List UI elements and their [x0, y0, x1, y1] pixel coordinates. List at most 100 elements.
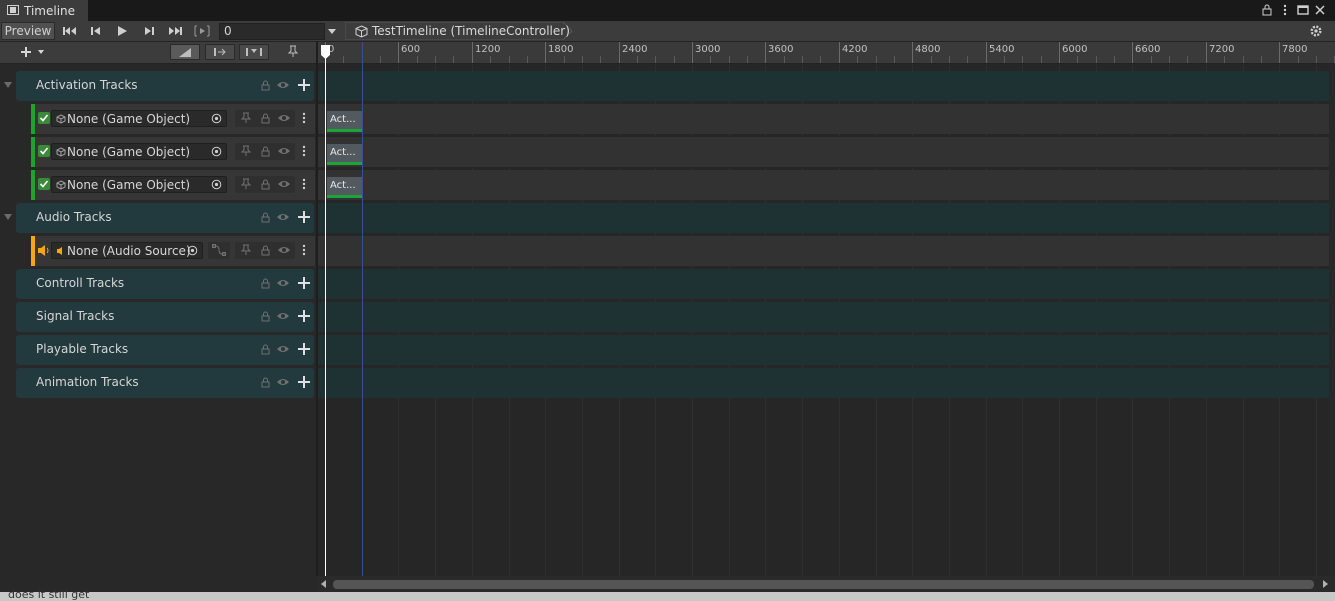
more-menu-icon[interactable]: [297, 111, 311, 125]
eye-icon[interactable]: [277, 144, 291, 158]
gear-icon[interactable]: [1309, 24, 1323, 38]
more-menu-icon[interactable]: [297, 144, 311, 158]
expand-triangle-icon[interactable]: [3, 212, 13, 222]
binding-field[interactable]: None (Game Object): [51, 110, 227, 127]
binding-field[interactable]: None (Audio Source): [51, 242, 203, 259]
activation-track-1-lane[interactable]: Act...: [318, 104, 1329, 134]
lock-icon[interactable]: [258, 375, 272, 389]
mix-mode-button[interactable]: [205, 44, 235, 60]
pin-icon[interactable]: [239, 243, 253, 257]
eye-icon[interactable]: [277, 243, 291, 257]
tab-timeline[interactable]: Timeline: [0, 0, 89, 21]
add-icon[interactable]: [297, 210, 311, 224]
group-label: Activation Tracks: [36, 78, 138, 92]
group-activation-tracks[interactable]: Activation Tracks: [16, 71, 314, 101]
eye-icon[interactable]: [276, 210, 290, 224]
lock-icon[interactable]: [258, 243, 272, 257]
activation-track-2-lane[interactable]: Act...: [318, 137, 1329, 167]
ripple-mode-button[interactable]: [170, 44, 200, 60]
group-animation-tracks[interactable]: Animation Tracks: [16, 368, 314, 398]
audio-track-1-lane[interactable]: [318, 236, 1329, 266]
activation-clip[interactable]: Act...: [327, 177, 362, 198]
lock-icon[interactable]: [258, 276, 272, 290]
more-menu-icon[interactable]: [297, 243, 311, 257]
scrollbar-thumb[interactable]: [333, 580, 1314, 589]
lock-icon[interactable]: [258, 144, 272, 158]
object-picker-icon[interactable]: [211, 146, 222, 157]
chevron-down-icon[interactable]: [327, 26, 337, 36]
close-icon[interactable]: [1313, 3, 1327, 17]
lock-icon[interactable]: [258, 309, 272, 323]
track-enabled-checkbox[interactable]: [38, 178, 50, 190]
pin-icon[interactable]: [239, 111, 253, 125]
lock-icon[interactable]: [258, 342, 272, 356]
eye-icon[interactable]: [276, 276, 290, 290]
previous-frame-icon[interactable]: [86, 23, 106, 39]
ruler-subtick: [784, 56, 785, 63]
audio-track-1[interactable]: None (Audio Source): [31, 236, 315, 266]
activation-track-1[interactable]: None (Game Object): [31, 104, 315, 134]
group-signal-tracks[interactable]: Signal Tracks: [16, 302, 314, 332]
play-icon[interactable]: [112, 23, 132, 39]
object-picker-icon[interactable]: [211, 179, 222, 190]
binding-field[interactable]: None (Game Object): [51, 176, 227, 193]
activation-track-3[interactable]: None (Game Object): [31, 170, 315, 200]
add-icon[interactable]: [297, 78, 311, 92]
ruler-label: 7200: [1209, 44, 1235, 55]
pin-icon[interactable]: [239, 144, 253, 158]
ruler-tick: [1059, 42, 1060, 63]
add-icon[interactable]: [297, 309, 311, 323]
time-ruler[interactable]: 0 600 1200 1800 2400 3000 3600 4200 4800 5400 6000…: [318, 42, 1335, 64]
object-picker-icon[interactable]: [211, 113, 222, 124]
group-controll-tracks[interactable]: Controll Tracks: [16, 269, 314, 299]
track-content-area[interactable]: Act... Act... Act...: [318, 64, 1329, 576]
add-icon[interactable]: [297, 276, 311, 290]
next-frame-icon[interactable]: [139, 23, 159, 39]
track-enabled-checkbox[interactable]: [38, 145, 50, 157]
binding-field[interactable]: None (Game Object): [51, 143, 227, 160]
lock-icon[interactable]: [258, 78, 272, 92]
eye-icon[interactable]: [277, 177, 291, 191]
replace-mode-button[interactable]: [239, 44, 269, 60]
lock-icon[interactable]: [258, 210, 272, 224]
curves-toggle[interactable]: [208, 242, 230, 259]
play-range-icon[interactable]: [192, 23, 212, 39]
pin-icon[interactable]: [239, 177, 253, 191]
add-icon[interactable]: [297, 342, 311, 356]
add-track-button[interactable]: [18, 44, 48, 60]
eye-icon[interactable]: [276, 309, 290, 323]
activation-track-2[interactable]: None (Game Object): [31, 137, 315, 167]
more-menu-icon[interactable]: [1278, 3, 1292, 17]
eye-icon[interactable]: [276, 78, 290, 92]
ruler-label: 4800: [915, 44, 941, 55]
current-time-field[interactable]: 0: [219, 23, 325, 40]
scroll-right-icon[interactable]: [1323, 580, 1329, 588]
activation-clip[interactable]: Act...: [327, 144, 362, 165]
preview-button[interactable]: Preview: [1, 22, 55, 40]
eye-icon[interactable]: [276, 342, 290, 356]
more-menu-icon[interactable]: [297, 177, 311, 191]
playhead-handle[interactable]: [320, 44, 331, 60]
go-to-end-icon[interactable]: [165, 23, 185, 39]
maximize-icon[interactable]: [1296, 3, 1310, 17]
lock-icon[interactable]: [1260, 3, 1274, 17]
group-audio-tracks[interactable]: Audio Tracks: [16, 203, 314, 233]
track-toolbar: [0, 42, 316, 64]
track-enabled-checkbox[interactable]: [38, 112, 50, 124]
eye-icon[interactable]: [276, 375, 290, 389]
film-icon: [7, 5, 19, 15]
pin-button[interactable]: [278, 44, 308, 60]
eye-icon[interactable]: [277, 111, 291, 125]
group-playable-tracks[interactable]: Playable Tracks: [16, 335, 314, 365]
activation-clip[interactable]: Act...: [327, 111, 362, 132]
horizontal-scrollbar[interactable]: [318, 576, 1335, 592]
scroll-left-icon[interactable]: [321, 580, 327, 588]
go-to-start-icon[interactable]: [60, 23, 80, 39]
activation-track-3-lane[interactable]: Act...: [318, 170, 1329, 200]
lock-icon[interactable]: [258, 177, 272, 191]
add-icon[interactable]: [297, 375, 311, 389]
object-picker-icon[interactable]: [187, 245, 198, 256]
breadcrumb[interactable]: TestTimeline (TimelineController): [345, 22, 573, 40]
lock-icon[interactable]: [258, 111, 272, 125]
expand-triangle-icon[interactable]: [3, 80, 13, 90]
